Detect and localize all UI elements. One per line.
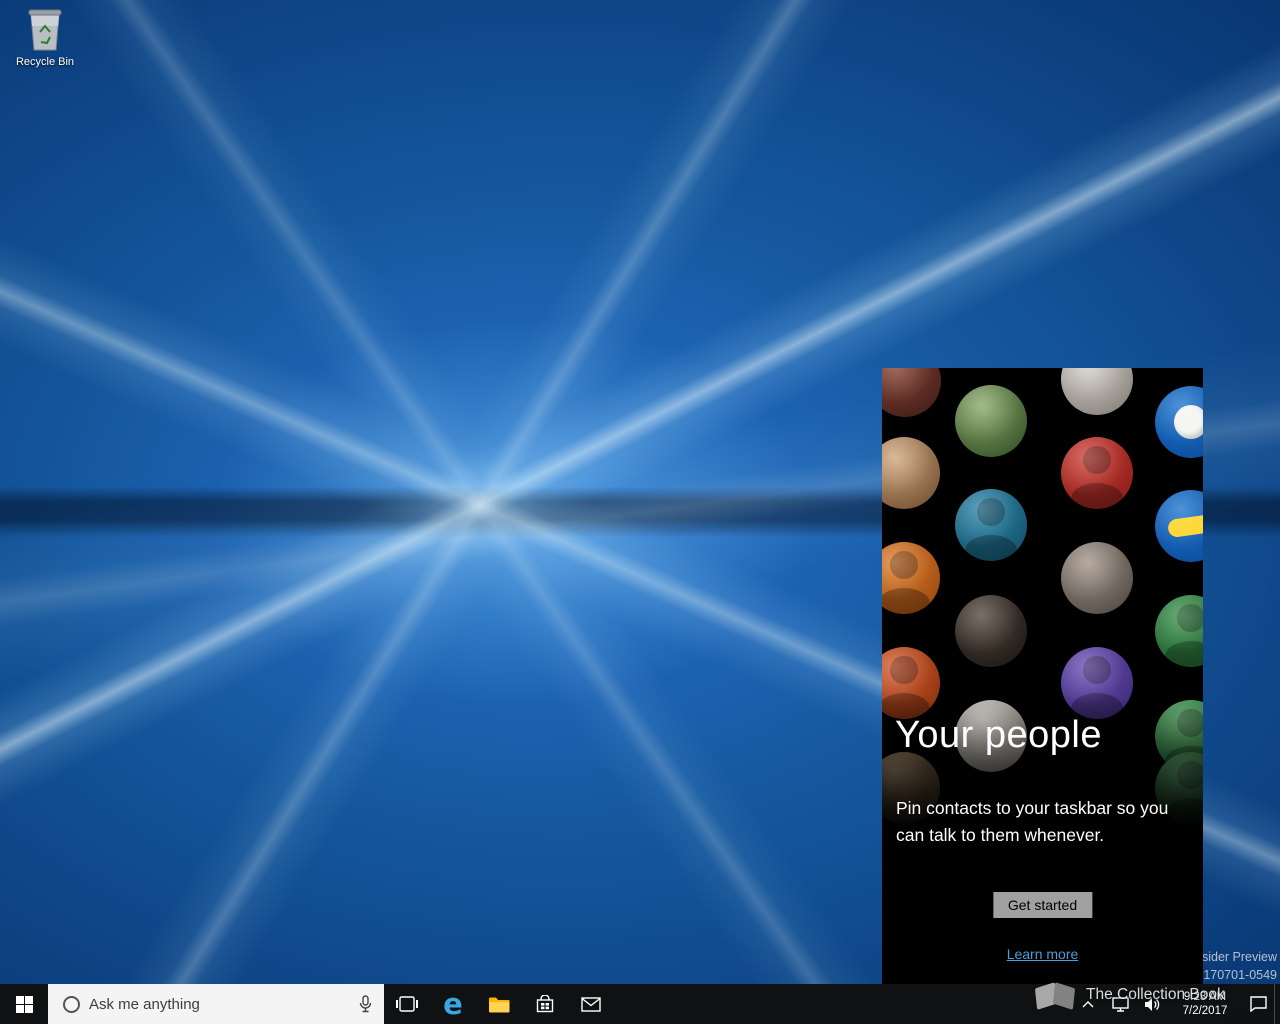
cortana-search-box[interactable] <box>48 984 384 1024</box>
store-button[interactable] <box>522 984 568 1024</box>
search-input[interactable] <box>89 996 347 1013</box>
microphone-icon[interactable] <box>359 995 372 1013</box>
show-desktop-button[interactable] <box>1274 984 1280 1024</box>
system-tray: 9:23 AM 7/2/2017 <box>1072 984 1280 1024</box>
task-view-button[interactable] <box>384 984 430 1024</box>
edge-icon: e <box>443 990 463 1019</box>
avatar-person-red-orange <box>882 647 940 719</box>
clock-date: 7/2/2017 <box>1183 1004 1228 1018</box>
windows-logo-icon <box>16 996 33 1013</box>
show-hidden-icons-button[interactable] <box>1072 984 1104 1024</box>
trash-can-icon <box>23 6 67 52</box>
mail-envelope-icon <box>581 997 601 1012</box>
watermark-line-1: nsider Preview <box>1193 948 1277 966</box>
store-bag-icon <box>536 995 554 1013</box>
people-flyout: Your people Pin contacts to your taskbar… <box>882 368 1203 984</box>
action-center-button[interactable] <box>1242 984 1274 1024</box>
insider-watermark: nsider Preview e.170701-0549 <box>1193 948 1277 984</box>
taskbar-app-icons: e <box>384 984 614 1024</box>
clock-time: 9:23 AM <box>1184 990 1226 1004</box>
avatar-man-teal <box>955 489 1027 561</box>
avatar-woman-green-photo <box>955 385 1027 457</box>
volume-button[interactable] <box>1136 984 1168 1024</box>
avatar-man-purple <box>1061 647 1133 719</box>
learn-more-link[interactable]: Learn more <box>882 946 1203 962</box>
avatar-person-light-photo <box>1061 368 1133 415</box>
recycle-bin-icon[interactable]: Recycle Bin <box>8 6 82 68</box>
avatar-man-gray-photo <box>1061 542 1133 614</box>
flyout-title: Your people <box>895 714 1102 757</box>
network-icon <box>1112 997 1129 1012</box>
recycle-bin-label: Recycle Bin <box>8 56 82 68</box>
taskbar: e <box>0 984 1280 1024</box>
get-started-button[interactable]: Get started <box>993 892 1092 918</box>
network-button[interactable] <box>1104 984 1136 1024</box>
edge-browser-button[interactable]: e <box>430 984 476 1024</box>
avatar-photo-maroon <box>882 368 941 417</box>
taskbar-clock[interactable]: 9:23 AM 7/2/2017 <box>1168 984 1242 1024</box>
avatar-person-green <box>1155 595 1203 667</box>
file-explorer-button[interactable] <box>476 984 522 1024</box>
mail-button[interactable] <box>568 984 614 1024</box>
start-button[interactable] <box>0 984 48 1024</box>
avatar-child-photo <box>882 437 940 509</box>
chevron-up-icon <box>1082 1000 1094 1008</box>
avatar-baseball <box>1155 386 1203 458</box>
flyout-description: Pin contacts to your taskbar so you can … <box>896 795 1188 849</box>
avatar-woman-dark-photo <box>955 595 1027 667</box>
action-center-icon <box>1250 996 1267 1012</box>
folder-icon <box>488 996 510 1013</box>
cortana-circle-icon <box>63 996 80 1013</box>
watermark-line-2: e.170701-0549 <box>1193 966 1277 984</box>
task-view-icon <box>396 996 418 1012</box>
speaker-icon <box>1144 997 1161 1012</box>
avatar-man-orange <box>882 542 940 614</box>
avatar-submarine <box>1155 490 1203 562</box>
avatar-elder-woman-red <box>1061 437 1133 509</box>
